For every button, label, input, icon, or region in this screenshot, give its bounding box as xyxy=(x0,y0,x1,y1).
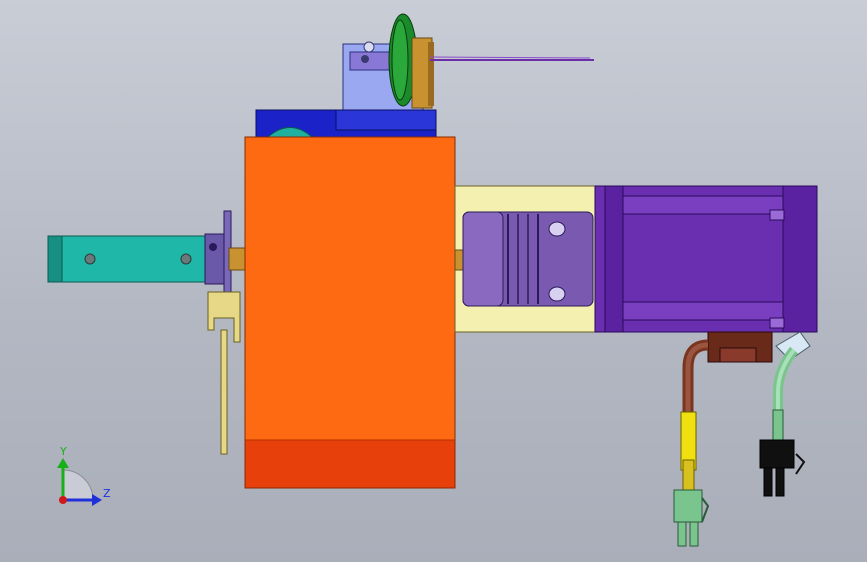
sensor-bracket xyxy=(207,291,241,455)
pulley xyxy=(388,13,434,109)
y-axis-label: Y xyxy=(59,445,67,458)
z-axis-label: Z xyxy=(103,487,111,500)
encoder-connector xyxy=(707,331,811,363)
shaft-coupling xyxy=(462,211,594,307)
shaft-hole-left xyxy=(84,253,96,265)
power-cable xyxy=(759,346,806,497)
coordinate-triad: Y Z xyxy=(57,445,111,506)
gear-housing xyxy=(244,136,456,489)
encoder-cable xyxy=(673,339,710,547)
cad-assembly-view: Y Z xyxy=(47,13,818,547)
output-shaft xyxy=(47,235,209,283)
x-axis-dot xyxy=(59,496,67,504)
shaft-hole-right xyxy=(180,253,192,265)
servo-motor xyxy=(594,185,818,333)
